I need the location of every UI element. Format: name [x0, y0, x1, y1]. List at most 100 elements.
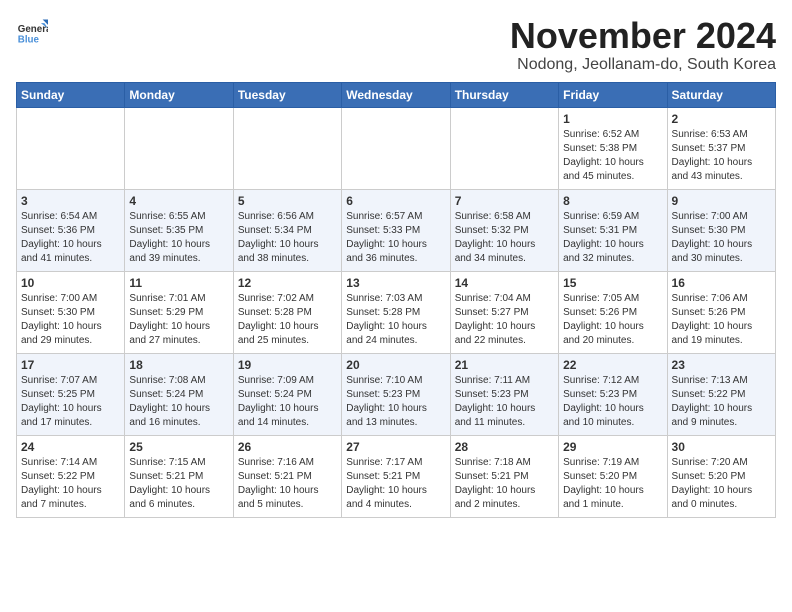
calendar-day-cell: 29 Sunrise: 7:19 AM Sunset: 5:20 PM Dayli… [559, 435, 667, 517]
day-info: Sunrise: 7:01 AM Sunset: 5:29 PM Dayligh… [129, 292, 228, 348]
calendar-day-cell: 3Sunrise: 6:54 AM Sunset: 5:36 PM Daylig… [17, 189, 125, 271]
day-info: Sunrise: 7:17 AM Sunset: 5:21 PM Dayligh… [346, 456, 445, 512]
day-info: Sunrise: 6:54 AM Sunset: 5:36 PM Dayligh… [21, 210, 120, 266]
day-info: Sunrise: 7:03 AM Sunset: 5:28 PM Dayligh… [346, 292, 445, 348]
calendar-day-cell [450, 107, 558, 189]
day-info: Sunrise: 6:58 AM Sunset: 5:32 PM Dayligh… [455, 210, 554, 266]
calendar-day-cell: 15 Sunrise: 7:05 AM Sunset: 5:26 PM Dayli… [559, 271, 667, 353]
day-info: Sunrise: 7:16 AM Sunset: 5:21 PM Dayligh… [238, 456, 337, 512]
day-info: Sunrise: 6:56 AM Sunset: 5:34 PM Dayligh… [238, 210, 337, 266]
day-number: 7 [455, 194, 554, 208]
day-number: 1 [563, 112, 662, 126]
day-info: Sunrise: 7:12 AM Sunset: 5:23 PM Dayligh… [563, 374, 662, 430]
day-info: Sunrise: 6:57 AM Sunset: 5:33 PM Dayligh… [346, 210, 445, 266]
calendar-day-cell: 23 Sunrise: 7:13 AM Sunset: 5:22 PM Dayli… [667, 353, 775, 435]
day-info: Sunrise: 7:02 AM Sunset: 5:28 PM Dayligh… [238, 292, 337, 348]
day-number: 24 [21, 440, 120, 454]
calendar-day-cell [17, 107, 125, 189]
calendar-day-cell: 27 Sunrise: 7:17 AM Sunset: 5:21 PM Dayli… [342, 435, 450, 517]
day-number: 20 [346, 358, 445, 372]
calendar-day-cell: 30 Sunrise: 7:20 AM Sunset: 5:20 PM Dayli… [667, 435, 775, 517]
day-info: Sunrise: 7:00 AM Sunset: 5:30 PM Dayligh… [21, 292, 120, 348]
weekday-header-row: SundayMondayTuesdayWednesdayThursdayFrid… [17, 82, 776, 107]
calendar-day-cell: 16 Sunrise: 7:06 AM Sunset: 5:26 PM Dayli… [667, 271, 775, 353]
day-info: Sunrise: 7:00 AM Sunset: 5:30 PM Dayligh… [672, 210, 771, 266]
day-number: 15 [563, 276, 662, 290]
day-number: 30 [672, 440, 771, 454]
calendar-day-cell: 20 Sunrise: 7:10 AM Sunset: 5:23 PM Dayli… [342, 353, 450, 435]
calendar-day-cell [233, 107, 341, 189]
calendar-day-cell: 28Sunrise: 7:18 AM Sunset: 5:21 PM Dayli… [450, 435, 558, 517]
day-info: Sunrise: 7:08 AM Sunset: 5:24 PM Dayligh… [129, 374, 228, 430]
day-info: Sunrise: 7:05 AM Sunset: 5:26 PM Dayligh… [563, 292, 662, 348]
day-number: 26 [238, 440, 337, 454]
day-number: 19 [238, 358, 337, 372]
title-block: November 2024 Nodong, Jeollanam-do, Sout… [510, 16, 776, 74]
day-number: 21 [455, 358, 554, 372]
day-info: Sunrise: 7:20 AM Sunset: 5:20 PM Dayligh… [672, 456, 771, 512]
calendar-week-row: 24 Sunrise: 7:14 AM Sunset: 5:22 PM Dayli… [17, 435, 776, 517]
day-number: 22 [563, 358, 662, 372]
weekday-header-cell: Thursday [450, 82, 558, 107]
day-number: 5 [238, 194, 337, 208]
day-info: Sunrise: 7:15 AM Sunset: 5:21 PM Dayligh… [129, 456, 228, 512]
day-info: Sunrise: 7:07 AM Sunset: 5:25 PM Dayligh… [21, 374, 120, 430]
calendar-day-cell: 18 Sunrise: 7:08 AM Sunset: 5:24 PM Dayli… [125, 353, 233, 435]
svg-text:Blue: Blue [18, 35, 40, 46]
calendar-week-row: 10 Sunrise: 7:00 AM Sunset: 5:30 PM Dayli… [17, 271, 776, 353]
day-info: Sunrise: 7:11 AM Sunset: 5:23 PM Dayligh… [455, 374, 554, 430]
day-info: Sunrise: 7:06 AM Sunset: 5:26 PM Dayligh… [672, 292, 771, 348]
calendar-day-cell: 21 Sunrise: 7:11 AM Sunset: 5:23 PM Dayli… [450, 353, 558, 435]
day-info: Sunrise: 6:53 AM Sunset: 5:37 PM Dayligh… [672, 128, 771, 184]
calendar-day-cell: 26 Sunrise: 7:16 AM Sunset: 5:21 PM Dayli… [233, 435, 341, 517]
day-info: Sunrise: 6:55 AM Sunset: 5:35 PM Dayligh… [129, 210, 228, 266]
day-number: 2 [672, 112, 771, 126]
weekday-header-cell: Saturday [667, 82, 775, 107]
day-number: 28 [455, 440, 554, 454]
calendar-day-cell [342, 107, 450, 189]
calendar-day-cell: 6 Sunrise: 6:57 AM Sunset: 5:33 PM Daylig… [342, 189, 450, 271]
calendar-day-cell: 13Sunrise: 7:03 AM Sunset: 5:28 PM Dayli… [342, 271, 450, 353]
calendar-day-cell: 24 Sunrise: 7:14 AM Sunset: 5:22 PM Dayli… [17, 435, 125, 517]
day-number: 16 [672, 276, 771, 290]
weekday-header-cell: Tuesday [233, 82, 341, 107]
logo: General Blue [16, 16, 48, 48]
day-info: Sunrise: 7:13 AM Sunset: 5:22 PM Dayligh… [672, 374, 771, 430]
day-info: Sunrise: 6:52 AM Sunset: 5:38 PM Dayligh… [563, 128, 662, 184]
calendar-week-row: 17Sunrise: 7:07 AM Sunset: 5:25 PM Dayli… [17, 353, 776, 435]
calendar-day-cell: 5 Sunrise: 6:56 AM Sunset: 5:34 PM Daylig… [233, 189, 341, 271]
day-number: 14 [455, 276, 554, 290]
day-info: Sunrise: 7:14 AM Sunset: 5:22 PM Dayligh… [21, 456, 120, 512]
day-number: 18 [129, 358, 228, 372]
calendar-day-cell: 2 Sunrise: 6:53 AM Sunset: 5:37 PM Daylig… [667, 107, 775, 189]
day-number: 23 [672, 358, 771, 372]
calendar-table: SundayMondayTuesdayWednesdayThursdayFrid… [16, 82, 776, 518]
calendar-day-cell: 9Sunrise: 7:00 AM Sunset: 5:30 PM Daylig… [667, 189, 775, 271]
weekday-header-cell: Sunday [17, 82, 125, 107]
day-number: 12 [238, 276, 337, 290]
calendar-day-cell: 25Sunrise: 7:15 AM Sunset: 5:21 PM Dayli… [125, 435, 233, 517]
day-number: 4 [129, 194, 228, 208]
day-number: 29 [563, 440, 662, 454]
calendar-day-cell: 12 Sunrise: 7:02 AM Sunset: 5:28 PM Dayli… [233, 271, 341, 353]
calendar-day-cell: 19 Sunrise: 7:09 AM Sunset: 5:24 PM Dayli… [233, 353, 341, 435]
calendar-week-row: 3Sunrise: 6:54 AM Sunset: 5:36 PM Daylig… [17, 189, 776, 271]
calendar-day-cell [125, 107, 233, 189]
day-number: 10 [21, 276, 120, 290]
day-number: 6 [346, 194, 445, 208]
day-number: 8 [563, 194, 662, 208]
day-info: Sunrise: 7:10 AM Sunset: 5:23 PM Dayligh… [346, 374, 445, 430]
calendar-day-cell: 4 Sunrise: 6:55 AM Sunset: 5:35 PM Daylig… [125, 189, 233, 271]
calendar-day-cell: 14 Sunrise: 7:04 AM Sunset: 5:27 PM Dayli… [450, 271, 558, 353]
svg-text:General: General [18, 24, 48, 35]
day-number: 27 [346, 440, 445, 454]
calendar-day-cell: 7 Sunrise: 6:58 AM Sunset: 5:32 PM Daylig… [450, 189, 558, 271]
day-info: Sunrise: 7:09 AM Sunset: 5:24 PM Dayligh… [238, 374, 337, 430]
day-info: Sunrise: 7:19 AM Sunset: 5:20 PM Dayligh… [563, 456, 662, 512]
calendar-day-cell: 11Sunrise: 7:01 AM Sunset: 5:29 PM Dayli… [125, 271, 233, 353]
day-info: Sunrise: 7:04 AM Sunset: 5:27 PM Dayligh… [455, 292, 554, 348]
weekday-header-cell: Wednesday [342, 82, 450, 107]
weekday-header-cell: Friday [559, 82, 667, 107]
weekday-header-cell: Monday [125, 82, 233, 107]
logo-icon: General Blue [16, 16, 48, 48]
